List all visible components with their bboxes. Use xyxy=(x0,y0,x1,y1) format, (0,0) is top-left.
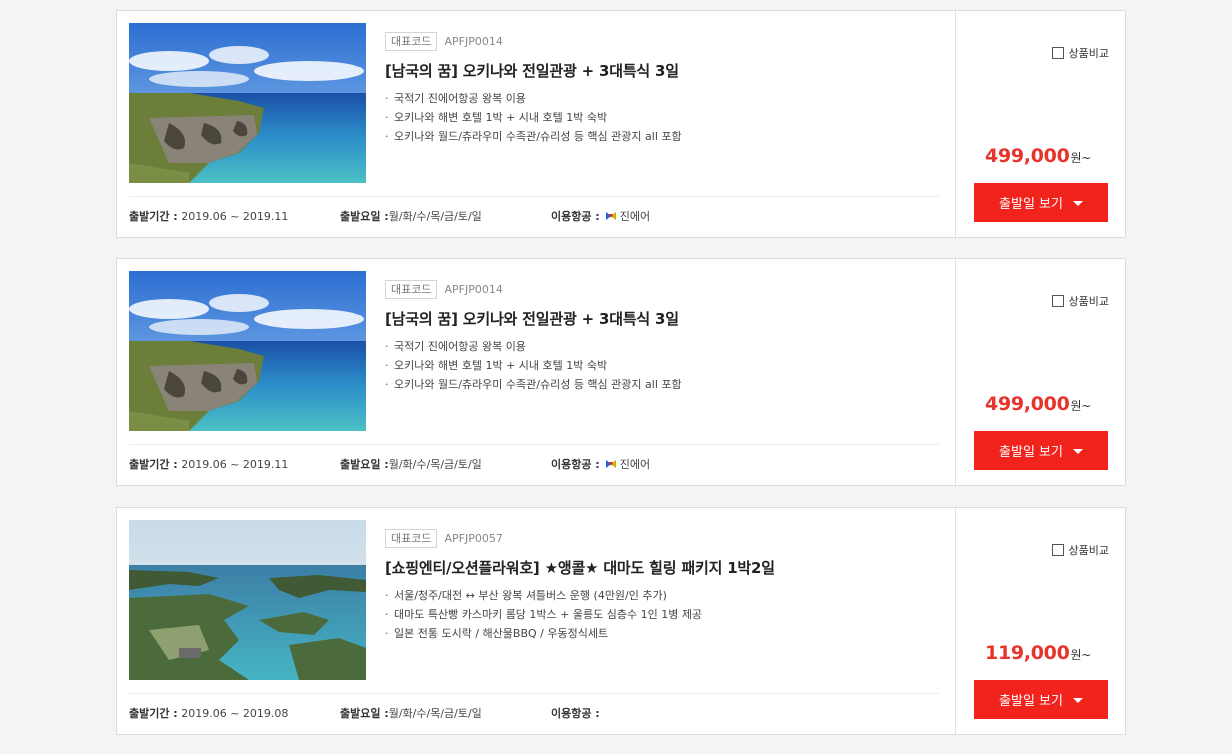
product-info: 대표코드 APFJP0014 [남국의 꿈] 오키나와 전일관광 + 3대특식 … xyxy=(385,279,939,394)
price-value: 499,000 xyxy=(985,393,1070,415)
product-code: APFJP0014 xyxy=(444,34,503,48)
compare-label: 상품비교 xyxy=(1068,544,1109,557)
price: 499,000원~ xyxy=(985,393,1091,415)
price-unit: 원~ xyxy=(1070,648,1092,662)
feature-list: 서울/청주/대전 ↔ 부산 왕복 셔틀버스 운행 (4만원/인 추가) 대마도 … xyxy=(385,586,939,643)
divider xyxy=(129,196,939,197)
product-actions: 상품비교 499,000원~ 출발일 보기 xyxy=(955,11,1125,237)
checkbox-icon[interactable] xyxy=(1051,295,1064,307)
price-unit: 원~ xyxy=(1070,399,1092,413)
feature-list: 국적기 진에어항공 왕복 이용 오키나와 해변 호텔 1박 + 시내 호텔 1박… xyxy=(385,337,939,394)
product-image-okinawa-cliff[interactable] xyxy=(129,271,366,431)
compare-checkbox[interactable]: 상품비교 xyxy=(1051,542,1109,558)
airline-label: 이용항공 : xyxy=(551,210,600,223)
caret-down-icon xyxy=(1072,698,1083,703)
price: 499,000원~ xyxy=(985,145,1091,167)
compare-label: 상품비교 xyxy=(1068,295,1109,308)
compare-label: 상품비교 xyxy=(1068,47,1109,60)
days-label: 출발요일 : xyxy=(340,707,389,720)
airline-name: 진에어 xyxy=(619,458,651,471)
compare-checkbox[interactable]: 상품비교 xyxy=(1051,293,1109,309)
departure-days: 월/화/수/목/금/토/일 xyxy=(388,707,482,720)
checkbox-icon[interactable] xyxy=(1051,47,1064,59)
product-image-okinawa-cliff[interactable] xyxy=(129,23,366,183)
feature-list: 국적기 진에어항공 왕복 이용 오키나와 해변 호텔 1박 + 시내 호텔 1박… xyxy=(385,89,939,146)
divider xyxy=(129,693,939,694)
period-label: 출발기간 : xyxy=(129,458,178,471)
price-value: 499,000 xyxy=(985,145,1070,167)
product-meta: 출발기간 : 2019.06 ~ 2019.08 출발요일 :월/화/수/목/금… xyxy=(129,705,939,723)
divider xyxy=(129,444,939,445)
code-badge: 대표코드 xyxy=(385,31,438,51)
feature-item: 대마도 특산빵 카스마키 롬당 1박스 + 울릉도 심층수 1인 1병 제공 xyxy=(385,605,939,624)
checkbox-icon[interactable] xyxy=(1051,544,1064,556)
product-info: 대표코드 APFJP0014 [남국의 꿈] 오키나와 전일관광 + 3대특식 … xyxy=(385,31,939,146)
product-code: APFJP0014 xyxy=(444,282,503,296)
product-card: 대표코드 APFJP0057 [쇼핑엔티/오션플라워호] ★앵콜★ 대마도 힐링… xyxy=(116,507,1126,735)
period-label: 출발기간 : xyxy=(129,707,178,720)
product-title[interactable]: [쇼핑엔티/오션플라워호] ★앵콜★ 대마도 힐링 패키지 1박2일 xyxy=(385,557,939,578)
product-image-tsushima-coast[interactable] xyxy=(129,520,366,680)
caret-down-icon xyxy=(1072,201,1083,206)
feature-item: 서울/청주/대전 ↔ 부산 왕복 셔틀버스 운행 (4만원/인 추가) xyxy=(385,586,939,605)
departure-days: 월/화/수/목/금/토/일 xyxy=(388,458,482,471)
jinair-logo-icon xyxy=(605,212,616,220)
product-actions: 상품비교 499,000원~ 출발일 보기 xyxy=(955,259,1125,485)
price: 119,000원~ xyxy=(985,642,1091,664)
departure-period: 2019.06 ~ 2019.08 xyxy=(181,707,289,720)
days-label: 출발요일 : xyxy=(340,458,389,471)
days-label: 출발요일 : xyxy=(340,210,389,223)
button-label: 출발일 보기 xyxy=(999,694,1063,709)
airline-label: 이용항공 : xyxy=(551,458,600,471)
feature-item: 국적기 진에어항공 왕복 이용 xyxy=(385,337,939,356)
jinair-logo-icon xyxy=(605,460,616,468)
feature-item: 오키나와 해변 호텔 1박 + 시내 호텔 1박 숙박 xyxy=(385,108,939,127)
feature-item: 오키나와 해변 호텔 1박 + 시내 호텔 1박 숙박 xyxy=(385,356,939,375)
feature-item: 오키나와 월드/츄라우미 수족관/슈리성 등 핵심 관광지 all 포함 xyxy=(385,127,939,146)
departure-days: 월/화/수/목/금/토/일 xyxy=(388,210,482,223)
price-unit: 원~ xyxy=(1070,151,1092,165)
product-title[interactable]: [남국의 꿈] 오키나와 전일관광 + 3대특식 3일 xyxy=(385,60,939,81)
departure-period: 2019.06 ~ 2019.11 xyxy=(181,210,289,223)
button-label: 출발일 보기 xyxy=(999,445,1063,460)
view-departure-dates-button[interactable]: 출발일 보기 xyxy=(974,431,1108,470)
feature-item: 일본 전통 도시락 / 해산물BBQ / 우동정식세트 xyxy=(385,624,939,643)
product-actions: 상품비교 119,000원~ 출발일 보기 xyxy=(955,508,1125,734)
product-card: 대표코드 APFJP0014 [남국의 꿈] 오키나와 전일관광 + 3대특식 … xyxy=(116,10,1126,238)
compare-checkbox[interactable]: 상품비교 xyxy=(1051,45,1109,61)
code-badge: 대표코드 xyxy=(385,528,438,548)
view-departure-dates-button[interactable]: 출발일 보기 xyxy=(974,680,1108,719)
caret-down-icon xyxy=(1072,449,1083,454)
product-info: 대표코드 APFJP0057 [쇼핑엔티/오션플라워호] ★앵콜★ 대마도 힐링… xyxy=(385,528,939,643)
product-meta: 출발기간 : 2019.06 ~ 2019.11 출발요일 :월/화/수/목/금… xyxy=(129,456,939,474)
departure-period: 2019.06 ~ 2019.11 xyxy=(181,458,289,471)
button-label: 출발일 보기 xyxy=(999,197,1063,212)
code-badge: 대표코드 xyxy=(385,279,438,299)
airline-name: 진에어 xyxy=(619,210,651,223)
product-code: APFJP0057 xyxy=(444,531,503,545)
feature-item: 국적기 진에어항공 왕복 이용 xyxy=(385,89,939,108)
price-value: 119,000 xyxy=(985,642,1070,664)
product-title[interactable]: [남국의 꿈] 오키나와 전일관광 + 3대특식 3일 xyxy=(385,308,939,329)
period-label: 출발기간 : xyxy=(129,210,178,223)
product-card: 대표코드 APFJP0014 [남국의 꿈] 오키나와 전일관광 + 3대특식 … xyxy=(116,258,1126,486)
view-departure-dates-button[interactable]: 출발일 보기 xyxy=(974,183,1108,222)
airline-label: 이용항공 : xyxy=(551,707,600,720)
feature-item: 오키나와 월드/츄라우미 수족관/슈리성 등 핵심 관광지 all 포함 xyxy=(385,375,939,394)
product-meta: 출발기간 : 2019.06 ~ 2019.11 출발요일 :월/화/수/목/금… xyxy=(129,208,939,226)
